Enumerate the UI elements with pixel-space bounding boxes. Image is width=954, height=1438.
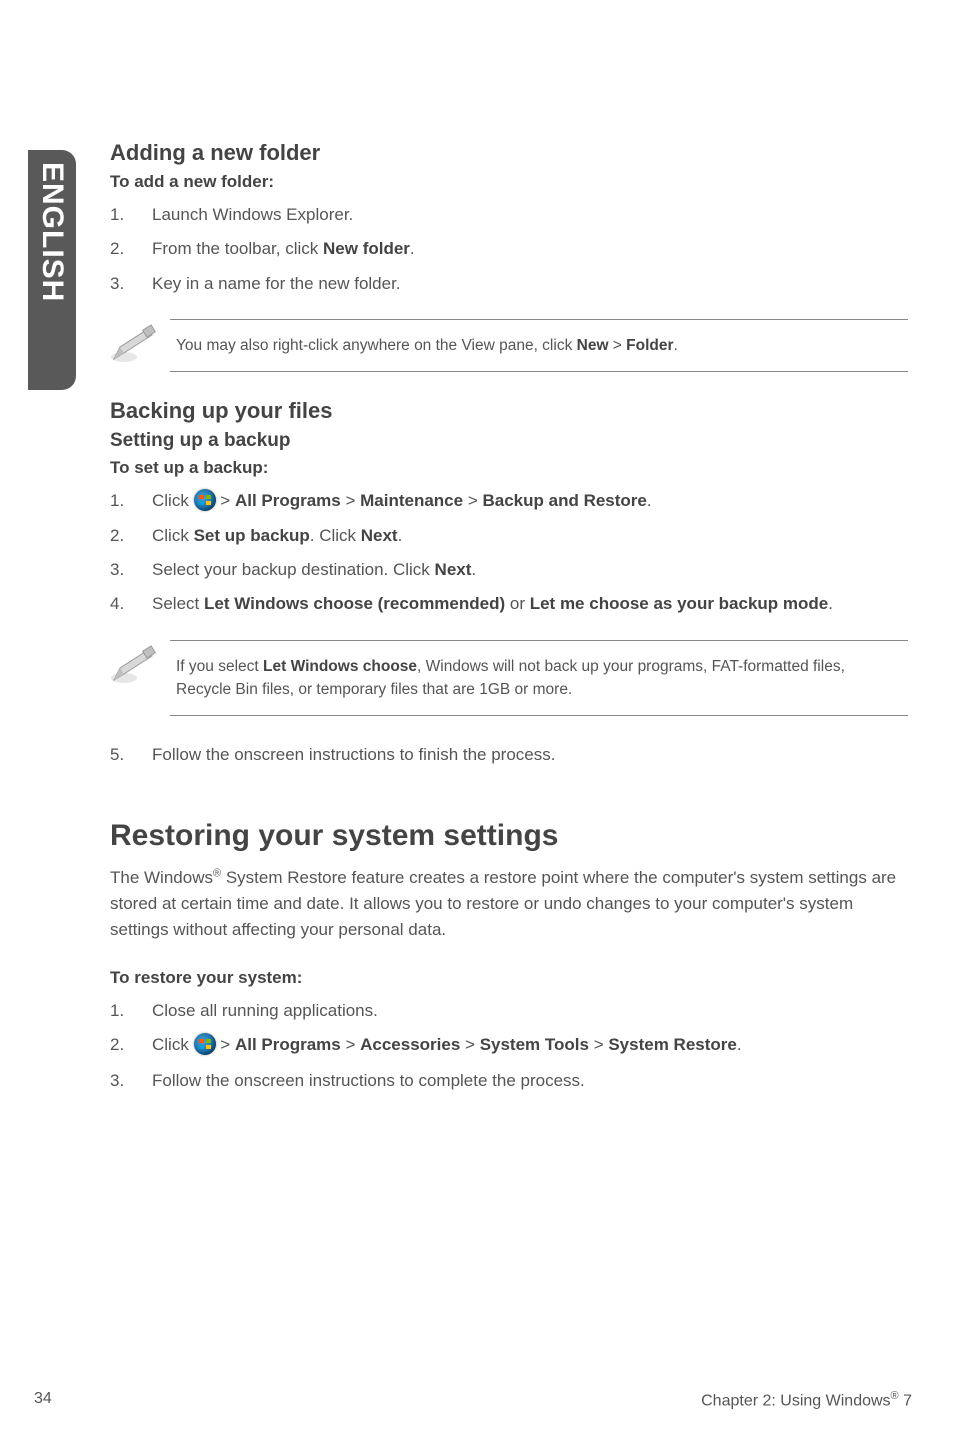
list-restore: 1.Close all running applications. 2.Clic… xyxy=(110,998,908,1095)
lead-restore: To restore your system: xyxy=(110,968,908,988)
list-num: 2. xyxy=(110,236,152,262)
note-row: If you select Let Windows choose, Window… xyxy=(110,640,908,717)
list-item: 1.Close all running applications. xyxy=(110,998,908,1024)
list-num: 2. xyxy=(110,523,152,549)
windows-start-icon xyxy=(194,489,216,511)
list-text: Select your backup destination. Click Ne… xyxy=(152,557,908,583)
windows-start-icon xyxy=(194,1033,216,1055)
heading-backing-up: Backing up your files xyxy=(110,398,908,424)
page-content: Adding a new folder To add a new folder:… xyxy=(110,140,908,1113)
lead-add-folder: To add a new folder: xyxy=(110,172,908,192)
list-text: Click > All Programs > Accessories > Sys… xyxy=(152,1032,908,1058)
list-add-folder: 1.Launch Windows Explorer. 2.From the to… xyxy=(110,202,908,297)
language-tab: ENGLISH xyxy=(28,150,76,390)
heading-adding-folder: Adding a new folder xyxy=(110,140,908,166)
heading-restoring: Restoring your system settings xyxy=(110,819,908,853)
list-set-backup: 1.Click > All Programs > Maintenance > B… xyxy=(110,488,908,617)
list-item: 1.Launch Windows Explorer. xyxy=(110,202,908,228)
list-item: 3.Select your backup destination. Click … xyxy=(110,557,908,583)
list-item: 2.Click > All Programs > Accessories > S… xyxy=(110,1032,908,1058)
list-num: 3. xyxy=(110,557,152,583)
list-item: 4.Select Let Windows choose (recommended… xyxy=(110,591,908,617)
list-item: 5.Follow the onscreen instructions to fi… xyxy=(110,742,908,768)
list-text: Click > All Programs > Maintenance > Bac… xyxy=(152,488,908,514)
list-text: Click Set up backup. Click Next. xyxy=(152,523,908,549)
list-item: 3.Follow the onscreen instructions to co… xyxy=(110,1068,908,1094)
list-text: Follow the onscreen instructions to fini… xyxy=(152,742,908,768)
list-item: 1.Click > All Programs > Maintenance > B… xyxy=(110,488,908,514)
list-item: 2.Click Set up backup. Click Next. xyxy=(110,523,908,549)
list-text: From the toolbar, click New folder. xyxy=(152,236,908,262)
pencil-icon xyxy=(110,640,170,684)
page-number: 34 xyxy=(34,1390,52,1410)
note-box: If you select Let Windows choose, Window… xyxy=(170,640,908,717)
list-num: 2. xyxy=(110,1032,152,1058)
list-set-backup-after: 5.Follow the onscreen instructions to fi… xyxy=(110,742,908,768)
list-item: 2.From the toolbar, click New folder. xyxy=(110,236,908,262)
note-box: You may also right-click anywhere on the… xyxy=(170,319,908,372)
list-text: Key in a name for the new folder. xyxy=(152,271,908,297)
pencil-icon xyxy=(110,319,170,363)
chapter-label: Chapter 2: Using Windows® 7 xyxy=(701,1390,912,1410)
list-text: Select Let Windows choose (recommended) … xyxy=(152,591,908,617)
list-num: 1. xyxy=(110,488,152,514)
list-num: 4. xyxy=(110,591,152,617)
list-num: 5. xyxy=(110,742,152,768)
list-text: Close all running applications. xyxy=(152,998,908,1024)
page-footer: 34 Chapter 2: Using Windows® 7 xyxy=(34,1390,912,1410)
list-num: 1. xyxy=(110,998,152,1024)
list-num: 3. xyxy=(110,271,152,297)
list-text: Launch Windows Explorer. xyxy=(152,202,908,228)
restoring-paragraph: The Windows® System Restore feature crea… xyxy=(110,865,908,944)
list-num: 1. xyxy=(110,202,152,228)
list-item: 3.Key in a name for the new folder. xyxy=(110,271,908,297)
list-num: 3. xyxy=(110,1068,152,1094)
heading-setting-backup: Setting up a backup xyxy=(110,430,908,452)
note-row: You may also right-click anywhere on the… xyxy=(110,319,908,372)
list-text: Follow the onscreen instructions to comp… xyxy=(152,1068,908,1094)
lead-set-backup: To set up a backup: xyxy=(110,458,908,478)
language-tab-label: ENGLISH xyxy=(35,162,69,302)
